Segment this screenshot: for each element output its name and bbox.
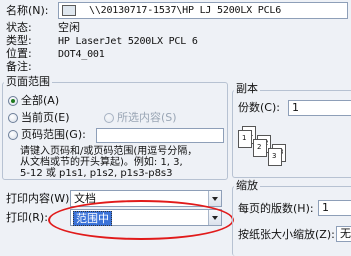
collate-page: 2: [253, 139, 267, 157]
radio-pages[interactable]: [8, 130, 18, 140]
print-label: 打印(R):: [6, 211, 48, 224]
page-range-hint-1: 请键入页码和/或页码范围(用逗号分隔，: [20, 146, 198, 157]
pages-per-sheet-value: 1: [322, 201, 329, 214]
print-what-value: 文档: [74, 192, 96, 205]
pages-input[interactable]: [96, 128, 224, 143]
collate-illustration: 1 1 2 2 3 3: [238, 126, 298, 174]
radio-current-page-label: 当前页(E): [21, 111, 70, 124]
copies-title: 副本: [234, 82, 260, 95]
page-range-title: 页面范围: [4, 75, 52, 88]
print-value: 范围中: [73, 211, 112, 226]
pages-per-sheet-select[interactable]: 1: [318, 200, 351, 216]
radio-pages-label: 页码范围(G):: [21, 128, 86, 141]
printer-name-value: \\20130717-1537\HP LJ 5200LX PCL6: [89, 5, 282, 16]
radio-selection[interactable]: [104, 113, 114, 123]
type-value: HP LaserJet 5200LX PCL 6: [58, 36, 198, 47]
radio-selection-label: 所选内容(S): [117, 111, 177, 124]
radio-current-page[interactable]: [8, 113, 18, 123]
chevron-down-icon[interactable]: [208, 210, 221, 225]
type-label: 类型:: [6, 34, 32, 47]
page-range-hint-2: 从文档或节的开头算起)。例如: 1, 3,: [20, 157, 183, 168]
collate-page: 3: [268, 148, 282, 166]
print-what-select[interactable]: 文档: [70, 190, 222, 207]
where-value: DOT4_001: [58, 49, 105, 60]
printer-name-select[interactable]: \\20130717-1537\HP LJ 5200LX PCL6: [58, 2, 348, 19]
collate-page: 1: [238, 130, 252, 148]
copies-count-value: 1: [292, 101, 299, 114]
scale-to-paper-label: 按纸张大小缩放(Z):: [238, 228, 335, 241]
radio-all[interactable]: [8, 96, 18, 106]
copies-count-input[interactable]: 1: [288, 100, 351, 116]
zoom-group: [232, 186, 351, 256]
scale-to-paper-select[interactable]: 无: [336, 226, 351, 242]
pages-per-sheet-label: 每页的版数(H):: [238, 202, 314, 215]
status-value: 空闲: [58, 21, 80, 34]
printer-name-label: 名称(N):: [6, 4, 49, 17]
print-select[interactable]: 范围中: [70, 209, 222, 226]
print-what-label: 打印内容(W):: [6, 192, 74, 205]
comment-label: 备注:: [6, 60, 32, 73]
radio-all-label: 全部(A): [21, 94, 60, 107]
where-label: 位置:: [6, 47, 32, 60]
page-range-hint-3: 5-12 或 p1s1, p1s2, p1s3-p8s3: [20, 168, 173, 179]
copies-count-label: 份数(C):: [238, 101, 280, 114]
status-label: 状态:: [6, 21, 32, 34]
printer-icon: [62, 5, 76, 16]
zoom-title: 缩放: [234, 179, 260, 192]
scale-to-paper-value: 无: [340, 227, 351, 240]
chevron-down-icon[interactable]: [208, 191, 221, 206]
